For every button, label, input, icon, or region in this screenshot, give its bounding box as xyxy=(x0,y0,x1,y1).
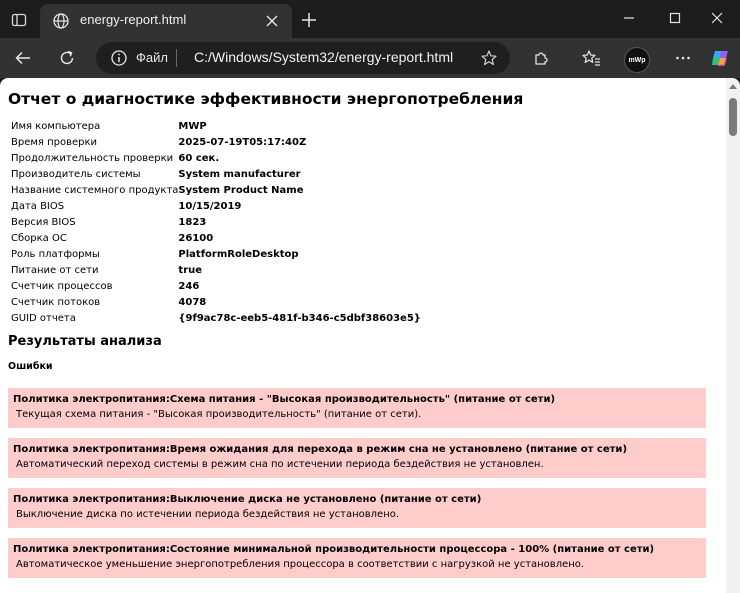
url-text[interactable]: C:/Windows/System32/energy-report.html xyxy=(194,49,453,65)
results-heading: Результаты анализа xyxy=(8,334,162,349)
tab-title: energy-report.html xyxy=(80,12,187,27)
copilot-icon[interactable] xyxy=(706,43,736,73)
error-item: Политика электропитания:Время ожидания д… xyxy=(8,438,706,478)
close-tab-icon[interactable] xyxy=(262,11,282,31)
more-menu-icon[interactable] xyxy=(668,43,698,73)
info-label: Сборка ОС xyxy=(11,233,67,244)
info-row: Сборка ОС 26100 xyxy=(11,231,421,247)
info-label: Название системного продукта xyxy=(11,185,179,196)
back-arrow-icon[interactable] xyxy=(8,43,38,73)
error-item: Политика электропитания:Схема питания - … xyxy=(8,388,706,428)
tab-actions-icon[interactable] xyxy=(8,9,30,31)
info-label: Дата BIOS xyxy=(11,201,65,212)
error-item: Политика электропитания:Состояние минима… xyxy=(8,538,706,578)
info-label: Производитель системы xyxy=(11,169,141,180)
maximize-icon[interactable] xyxy=(652,4,698,32)
info-value: {9f9ac78c-eeb5-481f-b346-c5dbf38603e5} xyxy=(178,313,421,324)
info-icon[interactable] xyxy=(110,49,128,67)
info-label: Счетчик процессов xyxy=(11,281,113,292)
favorites-icon[interactable] xyxy=(576,43,606,73)
info-value: 60 сек. xyxy=(178,153,220,164)
info-label: Версия BIOS xyxy=(11,217,76,228)
system-info-table: Имя компьютера MWP Время проверки 2025-07-1… xyxy=(11,119,421,327)
tab-strip: energy-report.html xyxy=(0,0,740,38)
errors-list: Политика электропитания:Схема питания - … xyxy=(8,388,714,578)
refresh-icon[interactable] xyxy=(52,43,82,73)
info-row: Питание от сети true xyxy=(11,263,421,279)
minimize-icon[interactable] xyxy=(606,4,652,32)
info-label: Продолжительность проверки xyxy=(11,153,174,164)
info-row: Продолжительность проверки 60 сек. xyxy=(11,151,421,167)
report-content: Отчет о диагностике эффективности энерго… xyxy=(8,90,714,588)
info-value: System manufacturer xyxy=(178,169,301,180)
info-label: Время проверки xyxy=(11,137,98,148)
error-item: Политика электропитания:Выключение диска… xyxy=(8,488,706,528)
error-description: Выключение диска по истечении периода бе… xyxy=(16,509,400,520)
error-title: Политика электропитания:Схема питания - … xyxy=(13,394,556,405)
info-value: true xyxy=(178,265,203,276)
error-description: Автоматическое уменьшение энергопотребле… xyxy=(16,559,585,570)
info-row: Время проверки 2025-07-19T05:17:40Z xyxy=(11,135,421,151)
page-viewport: Отчет о диагностике эффективности энерго… xyxy=(0,78,740,593)
vertical-scrollbar[interactable] xyxy=(726,78,740,593)
info-value: System Product Name xyxy=(178,185,304,196)
report-title: Отчет о диагностике эффективности энерго… xyxy=(8,90,524,108)
scroll-up-arrow-icon[interactable] xyxy=(729,84,737,89)
tab-energy-report[interactable]: energy-report.html xyxy=(40,4,292,38)
info-value: 246 xyxy=(178,281,200,292)
extensions-icon[interactable] xyxy=(526,43,556,73)
error-title: Политика электропитания:Выключение диска… xyxy=(13,494,482,505)
favorite-star-icon[interactable] xyxy=(480,49,498,67)
info-row: Счетчик потоков 4078 xyxy=(11,295,421,311)
info-label: Имя компьютера xyxy=(11,121,101,132)
address-bar[interactable]: Файл C:/Windows/System32/energy-report.h… xyxy=(96,42,510,74)
info-label: Роль платформы xyxy=(11,249,100,260)
info-row: Счетчик процессов 246 xyxy=(11,279,421,295)
info-row: GUID отчета {9f9ac78c-eeb5-481f-b346-c5db… xyxy=(11,311,421,327)
info-value: MWP xyxy=(178,121,207,132)
info-row: Версия BIOS 1823 xyxy=(11,215,421,231)
info-row: Имя компьютера MWP xyxy=(11,119,421,135)
error-title: Политика электропитания:Состояние минима… xyxy=(13,544,655,555)
info-row: Производитель системы System manufacturer xyxy=(11,167,421,183)
error-description: Текущая схема питания - "Высокая произво… xyxy=(16,409,422,420)
info-value: 10/15/2019 xyxy=(178,201,242,212)
globe-icon xyxy=(52,12,70,30)
info-label: Счетчик потоков xyxy=(11,297,101,308)
info-value: 1823 xyxy=(178,217,207,228)
errors-heading: Ошибки xyxy=(8,361,53,372)
scrollbar-thumb[interactable] xyxy=(729,98,737,136)
info-row: Дата BIOS 10/15/2019 xyxy=(11,199,421,215)
info-row: Роль платформы PlatformRoleDesktop xyxy=(11,247,421,263)
profile-avatar[interactable]: mWp xyxy=(624,47,650,73)
info-value: 4078 xyxy=(178,297,207,308)
scheme-label: Файл xyxy=(136,50,168,65)
error-title: Политика электропитания:Время ожидания д… xyxy=(13,444,628,455)
address-divider xyxy=(176,49,177,67)
new-tab-icon[interactable] xyxy=(298,9,320,31)
info-label: GUID отчета xyxy=(11,313,76,324)
info-value: 26100 xyxy=(178,233,214,244)
info-label: Питание от сети xyxy=(11,265,99,276)
close-window-icon[interactable] xyxy=(694,4,740,32)
browser-toolbar: Файл C:/Windows/System32/energy-report.h… xyxy=(0,38,740,78)
error-description: Автоматический переход системы в режим с… xyxy=(16,459,544,470)
info-value: 2025-07-19T05:17:40Z xyxy=(178,137,307,148)
info-row: Название системного продукта System Produ… xyxy=(11,183,421,199)
info-value: PlatformRoleDesktop xyxy=(178,249,299,260)
